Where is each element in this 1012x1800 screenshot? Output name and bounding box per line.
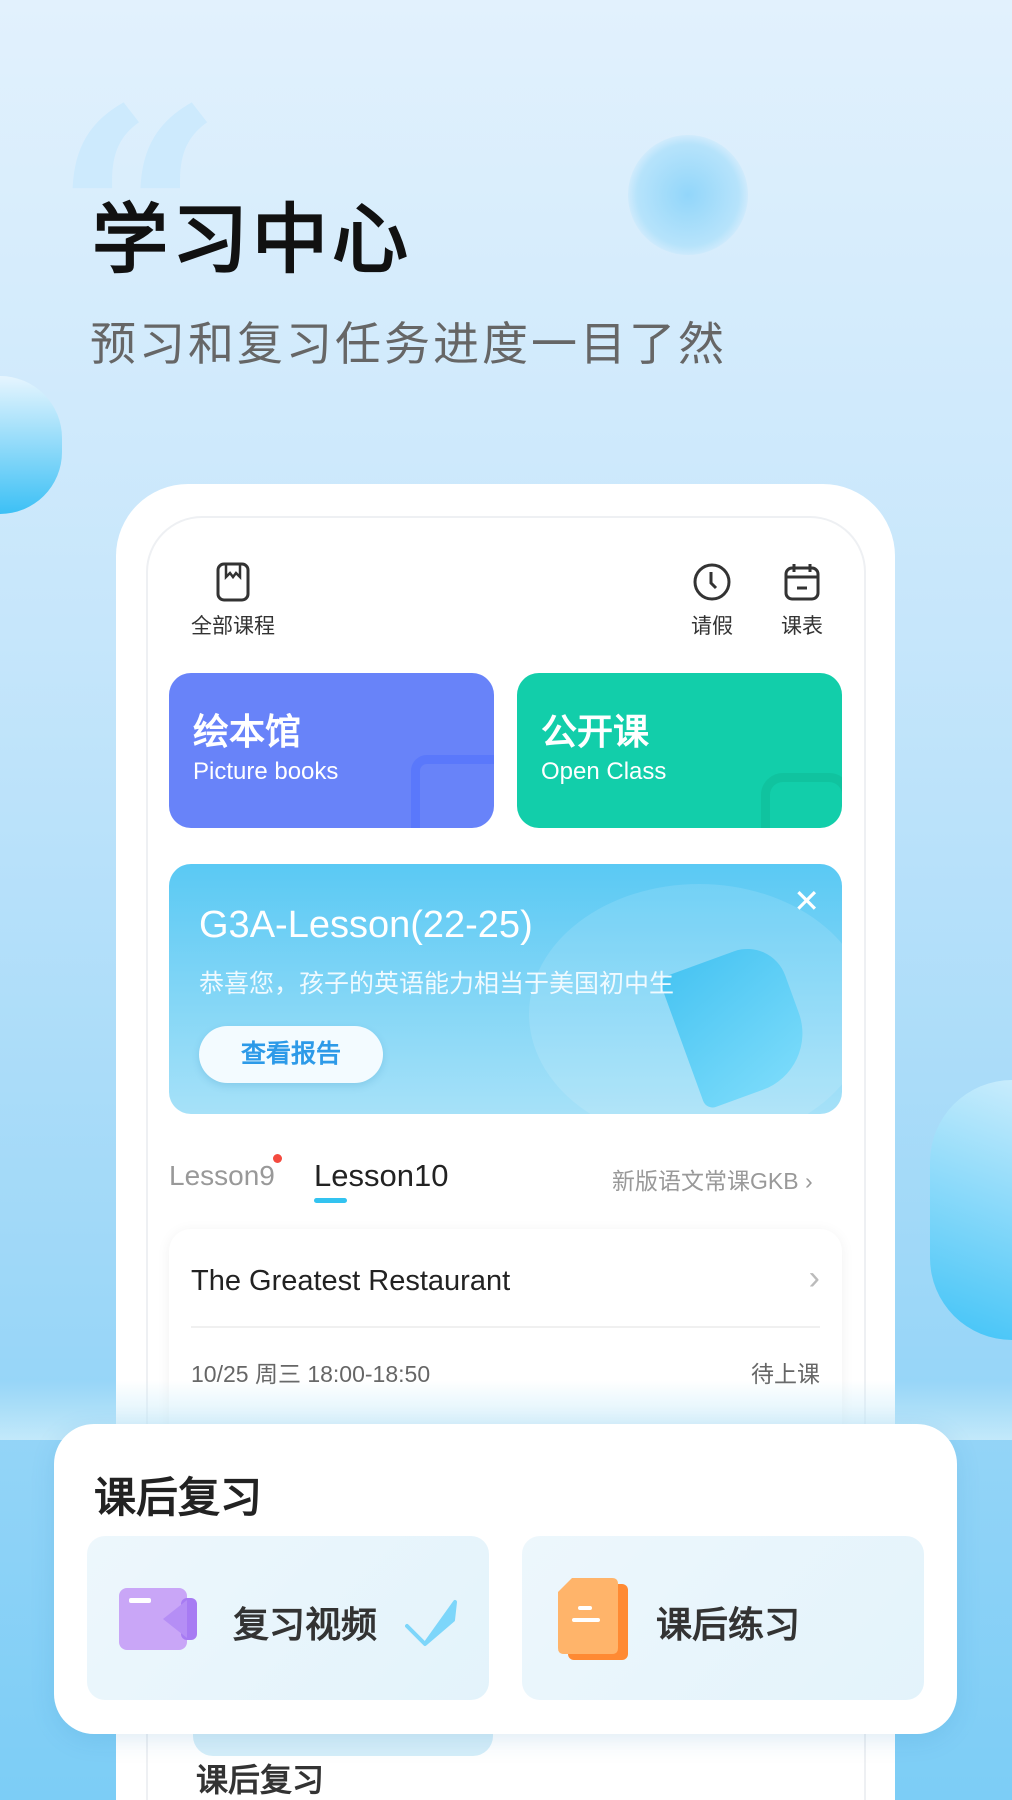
document-icon xyxy=(558,1578,628,1660)
card-subtitle: Picture books xyxy=(193,758,339,785)
bookmark-book-icon xyxy=(216,562,250,602)
banner-message: 恭喜您，孩子的英语能力相当于美国初中生 xyxy=(199,970,675,998)
tab-lesson10[interactable]: Lesson10 xyxy=(314,1158,448,1194)
leave-label: 请假 xyxy=(691,615,733,638)
decorative-bubble xyxy=(628,135,748,255)
calendar-icon xyxy=(784,564,820,601)
report-banner: G3A-Lesson(22-25) 恭喜您，孩子的英语能力相当于美国初中生 查看… xyxy=(169,864,842,1114)
decorative-bubble xyxy=(0,376,62,514)
homework-tile[interactable]: 课后练习 xyxy=(522,1536,924,1700)
active-tab-indicator xyxy=(314,1198,347,1203)
review-video-label: 复习视频 xyxy=(233,1604,378,1645)
chevron-right-icon: › xyxy=(808,1259,820,1297)
schedule-label: 课表 xyxy=(781,615,823,638)
card-title: 绘本馆 xyxy=(193,711,302,752)
course-link[interactable]: 新版语文常课GKB › xyxy=(612,1162,813,1196)
banner-title: G3A-Lesson(22-25) xyxy=(199,904,533,946)
decorative-bubble xyxy=(930,1080,1012,1340)
unread-dot xyxy=(273,1154,282,1163)
homework-label: 课后练习 xyxy=(656,1604,801,1645)
review-popup: 课后复习 复习视频 课后练习 xyxy=(54,1424,957,1734)
picture-books-card[interactable]: 绘本馆 Picture books xyxy=(169,673,494,828)
chevron-right-icon: › xyxy=(804,1168,813,1194)
card-title: 公开课 xyxy=(541,711,650,752)
video-camera-icon xyxy=(119,1588,197,1650)
card-subtitle: Open Class xyxy=(541,758,667,785)
view-report-button[interactable]: 查看报告 xyxy=(199,1026,383,1083)
page-subtitle: 预习和复习任务进度一目了然 xyxy=(90,318,727,370)
page-title: 学习中心 xyxy=(92,198,412,283)
behind-section-title: 课后复习 xyxy=(196,1762,325,1798)
leave-button[interactable]: 请假 xyxy=(686,562,738,640)
all-courses-button[interactable]: 全部课程 xyxy=(186,562,280,640)
checkmark-icon xyxy=(405,1600,457,1646)
open-class-card[interactable]: 公开课 Open Class xyxy=(517,673,842,828)
schedule-button[interactable]: 课表 xyxy=(776,562,828,640)
lesson-title: The Greatest Restaurant xyxy=(191,1265,511,1297)
review-video-tile[interactable]: 复习视频 xyxy=(87,1536,489,1700)
course-link-label: 新版语文常课GKB xyxy=(612,1168,799,1194)
review-title: 课后复习 xyxy=(94,1474,263,1521)
all-courses-label: 全部课程 xyxy=(191,615,275,638)
tv-play-icon xyxy=(761,773,842,828)
tab-lesson9[interactable]: Lesson9 xyxy=(169,1160,275,1192)
divider xyxy=(191,1326,820,1328)
clock-icon xyxy=(693,563,731,601)
book-icon xyxy=(411,755,494,828)
close-icon[interactable]: ✕ xyxy=(793,882,820,920)
